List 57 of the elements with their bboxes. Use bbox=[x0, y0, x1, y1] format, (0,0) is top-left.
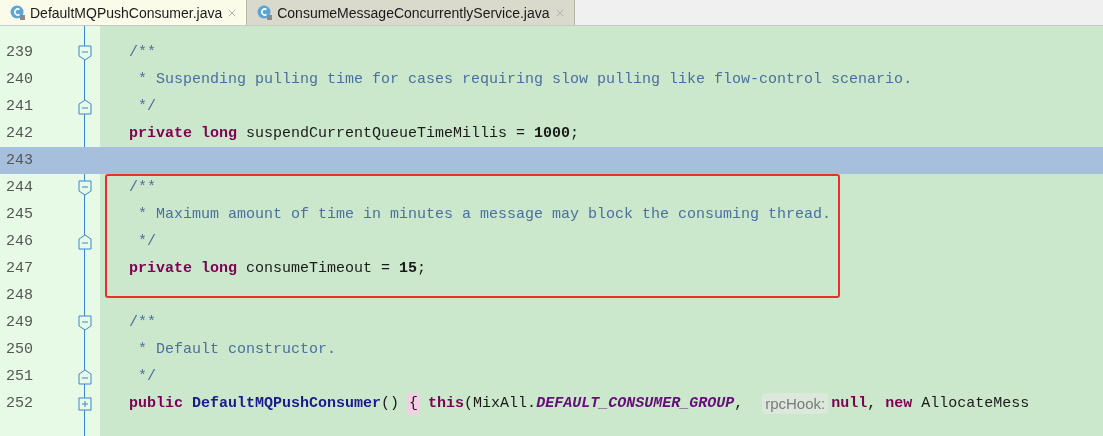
brace: { bbox=[408, 393, 420, 414]
fold-icon[interactable] bbox=[78, 233, 92, 250]
code-text: AllocateMess bbox=[920, 395, 1030, 412]
code-comment: /** bbox=[129, 179, 156, 196]
code-text: ; bbox=[417, 260, 427, 277]
line-number: 252 bbox=[6, 395, 33, 412]
line-number: 249 bbox=[6, 314, 33, 331]
fold-icon[interactable] bbox=[78, 368, 92, 385]
constant-name: DEFAULT_CONSUMER_GROUP bbox=[536, 395, 735, 412]
fold-icon[interactable] bbox=[78, 44, 92, 61]
keyword: new bbox=[885, 395, 913, 412]
fold-icon[interactable] bbox=[78, 314, 92, 331]
keyword: private long bbox=[129, 260, 238, 277]
line-number: 243 bbox=[6, 152, 33, 169]
code-text: (MixAll. bbox=[464, 395, 537, 412]
fold-icon[interactable] bbox=[78, 179, 92, 196]
line-number: 251 bbox=[6, 368, 33, 385]
line-number: 242 bbox=[6, 125, 33, 142]
file-tab[interactable]: DefaultMQPushConsumer.java bbox=[0, 0, 248, 25]
code-text: () bbox=[381, 395, 401, 412]
code-comment: * Suspending pulling time for cases requiring slow pulling like flow-control scenario. bbox=[137, 71, 913, 88]
code-comment: */ bbox=[137, 98, 156, 115]
keyword: public bbox=[129, 395, 183, 412]
code-comment: */ bbox=[137, 233, 156, 250]
keyword: private long bbox=[129, 125, 238, 142]
fold-icon[interactable] bbox=[78, 98, 92, 115]
line-number: 248 bbox=[6, 287, 33, 304]
line-number: 239 bbox=[6, 44, 33, 61]
code-comment: /** bbox=[129, 314, 156, 331]
tab-label: ConsumeMessageConcurrentlyService.java bbox=[277, 4, 550, 21]
code-comment: /** bbox=[129, 44, 156, 61]
code-text: suspendCurrentQueueTimeMillis = bbox=[245, 125, 527, 142]
method-name: DefaultMQPushConsumer bbox=[191, 395, 382, 412]
line-number: 240 bbox=[6, 71, 33, 88]
file-tab[interactable]: ConsumeMessageConcurrentlyService.java bbox=[247, 0, 575, 25]
keyword: this bbox=[427, 395, 465, 412]
line-number: 245 bbox=[6, 206, 33, 223]
line-number: 244 bbox=[6, 179, 33, 196]
class-file-icon bbox=[10, 4, 26, 21]
class-file-icon bbox=[257, 4, 274, 21]
code-text: , bbox=[734, 395, 745, 412]
expand-icon[interactable] bbox=[78, 395, 92, 412]
code-text: consumeTimeout = bbox=[245, 260, 392, 277]
line-number: 241 bbox=[6, 98, 33, 115]
line-number: 247 bbox=[6, 260, 33, 277]
number-literal: 15 bbox=[399, 260, 418, 277]
code-comment: * Maximum amount of time in minutes a message may block the consuming thread. bbox=[137, 206, 832, 223]
parameter-hint: rpcHook: bbox=[762, 393, 829, 414]
number-literal: 1000 bbox=[534, 125, 571, 142]
keyword: null bbox=[831, 395, 868, 412]
code-text: ; bbox=[570, 125, 580, 142]
line-number: 250 bbox=[6, 341, 33, 358]
code-text: , bbox=[867, 395, 878, 412]
tab-label: DefaultMQPushConsumer.java bbox=[30, 4, 223, 21]
code-comment: * Default constructor. bbox=[137, 341, 337, 358]
code-comment: */ bbox=[137, 368, 156, 385]
line-number: 246 bbox=[6, 233, 33, 250]
